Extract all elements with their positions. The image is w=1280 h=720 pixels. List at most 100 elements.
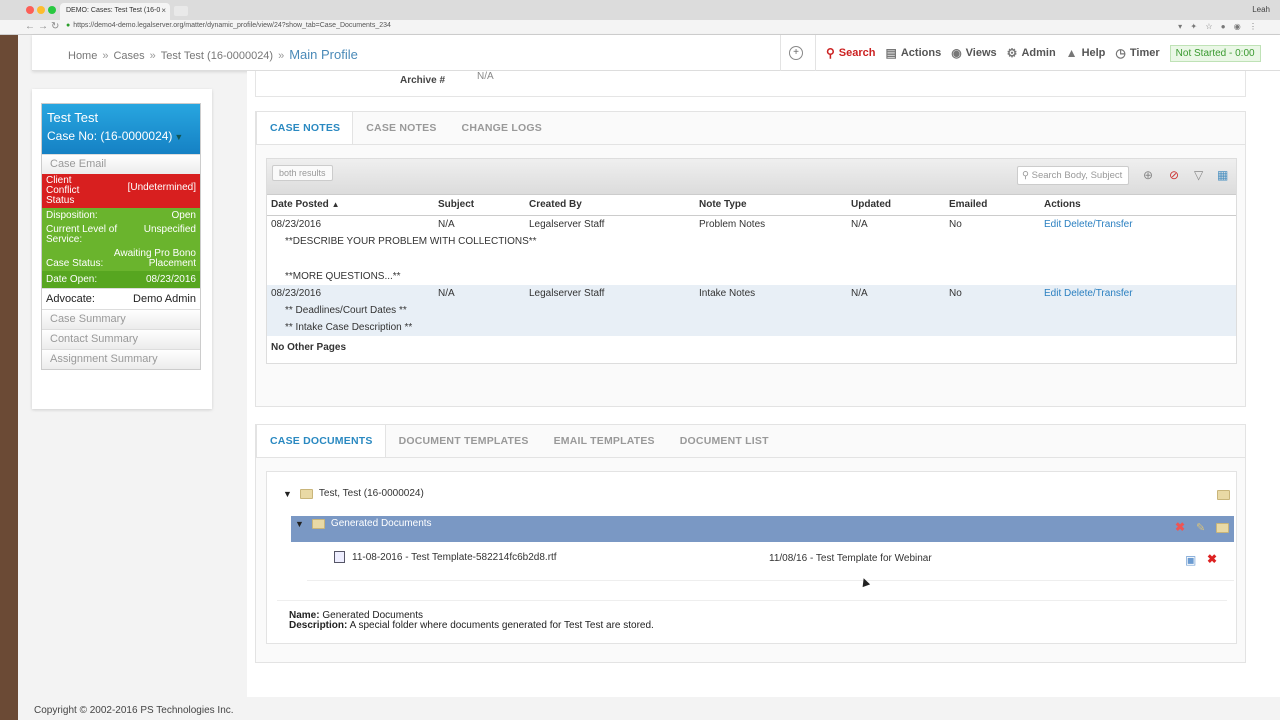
views-menu[interactable]: ◉ Views — [951, 46, 996, 60]
generated-documents-folder-row[interactable]: ▼ Generated Documents ✖ ✎ — [291, 516, 1234, 542]
edit-icon[interactable]: ✎ — [1196, 521, 1205, 534]
case-summary-link[interactable]: Case Summary — [42, 309, 200, 329]
close-tab-icon[interactable]: × — [161, 6, 166, 15]
tab-change-logs[interactable]: CHANGE LOGS — [449, 112, 554, 144]
no-other-pages: No Other Pages — [271, 341, 347, 353]
caret-down-icon[interactable]: ▼ — [295, 519, 304, 529]
breadcrumb-case[interactable]: Test Test (16-0000024) — [161, 50, 273, 62]
root-folder-row[interactable]: ▼ Test, Test (16-0000024) — [283, 488, 424, 499]
folder-details: Name: Generated Documents Description: A… — [277, 600, 1227, 638]
caret-down-icon[interactable]: ▼ — [283, 489, 292, 499]
address-url: https://demo4-demo.legalserver.org/matte… — [73, 22, 391, 29]
browser-tab[interactable]: DEMO: Cases: Test Test (16-0 × — [60, 3, 170, 20]
col-emailed[interactable]: Emailed — [945, 195, 1040, 216]
timer-status-badge[interactable]: Not Started - 0:00 — [1169, 44, 1261, 62]
tab-document-list[interactable]: DOCUMENT LIST — [667, 425, 781, 457]
breadcrumb-separator: » — [278, 50, 285, 62]
browser-user[interactable]: Leah — [1252, 5, 1270, 14]
document-download-icon[interactable]: ▣ — [1185, 553, 1196, 567]
divider — [256, 144, 1245, 145]
case-sidebar: Test Test Case No: (16-0000024) ▼ Case Em… — [32, 89, 212, 409]
advocate-label: Advocate: — [46, 293, 95, 305]
timer-menu[interactable]: ◷ Timer — [1115, 46, 1159, 60]
case-status-value: Awaiting Pro Bono Placement — [113, 248, 196, 269]
chevron-down-icon[interactable]: ▼ — [174, 132, 183, 142]
top-navigation: Home » Cases » Test Test (16-0000024) » Main P… — [32, 35, 1280, 71]
gear-icon: ⚙ — [1006, 46, 1018, 60]
edit-delete-transfer-link[interactable]: Edit Delete/Transfer — [1040, 215, 1236, 233]
folder-icon — [311, 518, 325, 529]
edit-delete-transfer-link[interactable]: Edit Delete/Transfer — [1040, 284, 1236, 302]
add-note-icon[interactable]: ⊕ — [1143, 168, 1153, 182]
breadcrumb-cases[interactable]: Cases — [113, 50, 144, 62]
generated-folder-name: Generated Documents — [330, 518, 432, 529]
new-tab-button[interactable] — [174, 6, 188, 16]
contact-summary-link[interactable]: Contact Summary — [42, 329, 200, 349]
archive-label: Archive # — [400, 75, 446, 86]
address-bar[interactable]: ● https://demo4-demo.legalserver.org/matt… — [64, 22, 1194, 33]
document-file-name[interactable]: 11-08-2016 - Test Template-582214fc6b2d8… — [352, 552, 557, 563]
admin-menu[interactable]: ⚙ Admin — [1007, 46, 1056, 60]
cell-created-by: Legalserver Staff — [525, 284, 695, 302]
col-created-by[interactable]: Created By — [525, 195, 695, 216]
clipboard-icon: ▤ — [885, 46, 897, 60]
both-results-button[interactable]: both results — [272, 165, 333, 181]
table-header-row: Date Posted ▲ Subject Created By Note Ty… — [267, 195, 1236, 216]
date-open-row: Date Open: 08/23/2016 — [42, 271, 200, 288]
breadcrumb-home[interactable]: Home — [68, 50, 97, 62]
divider — [815, 35, 816, 71]
tab-case-notes-2[interactable]: CASE NOTES — [353, 112, 448, 144]
add-folder-icon[interactable] — [1217, 490, 1230, 500]
tab-case-documents[interactable]: CASE DOCUMENTS — [256, 425, 386, 457]
back-icon[interactable]: ← — [25, 21, 35, 32]
advocate-row: Advocate: Demo Admin — [42, 288, 200, 309]
case-header[interactable]: Test Test Case No: (16-0000024) ▼ — [42, 104, 200, 154]
search-menu[interactable]: ⚲ Search — [826, 46, 876, 60]
cell-created-by: Legalserver Staff — [529, 218, 605, 230]
case-number: Case No: (16-0000024) — [47, 129, 173, 143]
extension-icons[interactable]: ▾ ✦ ☆ ● ◉ ⋮ — [1178, 22, 1260, 31]
divider — [780, 35, 781, 71]
eye-icon: ◉ — [951, 46, 962, 60]
delete-document-icon[interactable]: ✖ — [1207, 552, 1217, 566]
document-file-row[interactable]: 11-08-2016 - Test Template-582214fc6b2d8… — [334, 551, 557, 563]
page-title: Main Profile — [289, 47, 358, 62]
col-updated[interactable]: Updated — [847, 195, 945, 216]
clear-filter-icon[interactable]: ⊘ — [1169, 168, 1179, 182]
notes-search-input[interactable]: ⚲ Search Body, Subject — [1017, 166, 1129, 185]
upload-folder-icon[interactable] — [1216, 523, 1229, 533]
reload-icon[interactable]: ↻ — [51, 21, 59, 32]
tab-document-templates[interactable]: DOCUMENT TEMPLATES — [386, 425, 541, 457]
root-folder-name: Test, Test (16-0000024) — [318, 488, 424, 499]
col-note-type[interactable]: Note Type — [695, 195, 847, 216]
delete-folder-icon[interactable]: ✖ — [1175, 520, 1185, 534]
conflict-status-value: [Undetermined] — [127, 182, 196, 193]
minimize-window-button[interactable] — [37, 6, 45, 14]
export-icon[interactable]: ▦ — [1217, 168, 1228, 182]
case-email-link[interactable]: Case Email — [42, 154, 200, 174]
filter-icon[interactable]: ▽ — [1194, 168, 1203, 182]
tab-case-notes[interactable]: CASE NOTES — [256, 112, 354, 144]
tab-email-templates[interactable]: EMAIL TEMPLATES — [541, 425, 667, 457]
table-row: 08/23/2016 N/A Legalserver Staff Intake … — [267, 284, 1236, 302]
service-level-label: Current Level of Service: — [46, 224, 118, 245]
add-icon[interactable]: + — [789, 46, 803, 60]
col-actions: Actions — [1040, 195, 1236, 216]
cell-note-type: Intake Notes — [695, 284, 847, 302]
archive-value: N/A — [477, 71, 494, 82]
advocate-value: Demo Admin — [133, 293, 196, 305]
cell-emailed: No — [945, 284, 1040, 302]
document-file-description: 11/08/16 - Test Template for Webinar — [769, 553, 932, 564]
assignment-summary-link[interactable]: Assignment Summary — [42, 349, 200, 369]
disposition-value: Open — [171, 210, 196, 221]
help-menu[interactable]: ▲ Help — [1066, 46, 1106, 60]
close-window-button[interactable] — [26, 6, 34, 14]
folder-icon — [299, 488, 313, 499]
col-subject[interactable]: Subject — [434, 195, 525, 216]
actions-menu[interactable]: ▤ Actions — [886, 46, 942, 60]
col-date-posted[interactable]: Date Posted ▲ — [267, 195, 434, 216]
maximize-window-button[interactable] — [48, 6, 56, 14]
help-label: Help — [1081, 47, 1106, 59]
forward-icon[interactable]: → — [38, 21, 48, 32]
cell-note-type: Problem Notes — [699, 218, 766, 230]
